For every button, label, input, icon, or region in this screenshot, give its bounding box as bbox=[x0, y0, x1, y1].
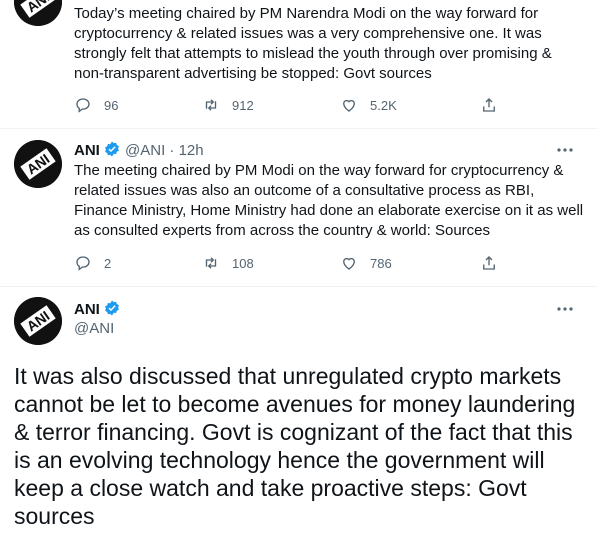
tweet-actions: 2 108 786 bbox=[74, 254, 514, 276]
verified-badge-icon bbox=[104, 300, 119, 316]
tweet-timestamp[interactable]: · 12h bbox=[169, 142, 203, 159]
author-handle[interactable]: @ANI bbox=[125, 142, 165, 159]
reply-count: 96 bbox=[104, 97, 119, 113]
reply-button[interactable]: 96 bbox=[74, 96, 118, 114]
share-button[interactable] bbox=[480, 96, 510, 114]
more-options-icon[interactable] bbox=[555, 299, 575, 319]
heart-icon bbox=[343, 99, 355, 112]
reply-icon bbox=[76, 98, 90, 113]
tweet-text: Today’s meeting chaired by PM Narendra M… bbox=[74, 5, 552, 82]
tweet-text: The meeting chaired by PM Modi on the wa… bbox=[74, 162, 584, 239]
share-icon bbox=[483, 256, 495, 270]
retweet-count: 108 bbox=[232, 255, 254, 271]
divider bbox=[0, 286, 597, 287]
author-name[interactable]: ANI bbox=[74, 142, 100, 159]
tweet-header: ANI bbox=[74, 299, 121, 320]
author-handle[interactable]: @ANI bbox=[74, 319, 114, 339]
reply-button[interactable]: 2 bbox=[74, 254, 111, 272]
tweet-header: ANI @ANI · 12h bbox=[74, 140, 204, 161]
heart-icon bbox=[343, 257, 355, 270]
tweet-actions: 96 912 5.2K bbox=[74, 96, 514, 118]
tweet-text: It was also discussed that unregulated c… bbox=[14, 363, 576, 529]
like-button[interactable]: 786 bbox=[340, 254, 392, 272]
ani-avatar[interactable]: ANI bbox=[14, 297, 62, 345]
retweet-icon bbox=[205, 99, 217, 111]
retweet-button[interactable]: 108 bbox=[202, 254, 254, 272]
author-name[interactable]: ANI bbox=[74, 301, 100, 318]
ani-avatar[interactable]: ANI bbox=[14, 140, 62, 188]
more-options-icon[interactable] bbox=[555, 140, 575, 160]
retweet-icon bbox=[205, 257, 217, 269]
like-count: 786 bbox=[370, 255, 392, 271]
like-button[interactable]: 5.2K bbox=[340, 96, 397, 114]
share-icon bbox=[483, 98, 495, 112]
ani-logo-icon: ANI bbox=[14, 140, 62, 188]
divider bbox=[0, 128, 597, 129]
ani-avatar[interactable]: ANI bbox=[14, 0, 62, 26]
ani-logo-icon: ANI bbox=[14, 0, 62, 26]
retweet-count: 912 bbox=[232, 97, 254, 113]
share-button[interactable] bbox=[480, 254, 510, 272]
like-count: 5.2K bbox=[370, 97, 397, 113]
reply-count: 2 bbox=[104, 255, 112, 271]
reply-icon bbox=[76, 256, 90, 271]
ani-logo-icon: ANI bbox=[14, 297, 62, 345]
verified-badge-icon bbox=[104, 141, 119, 157]
retweet-button[interactable]: 912 bbox=[202, 96, 254, 114]
